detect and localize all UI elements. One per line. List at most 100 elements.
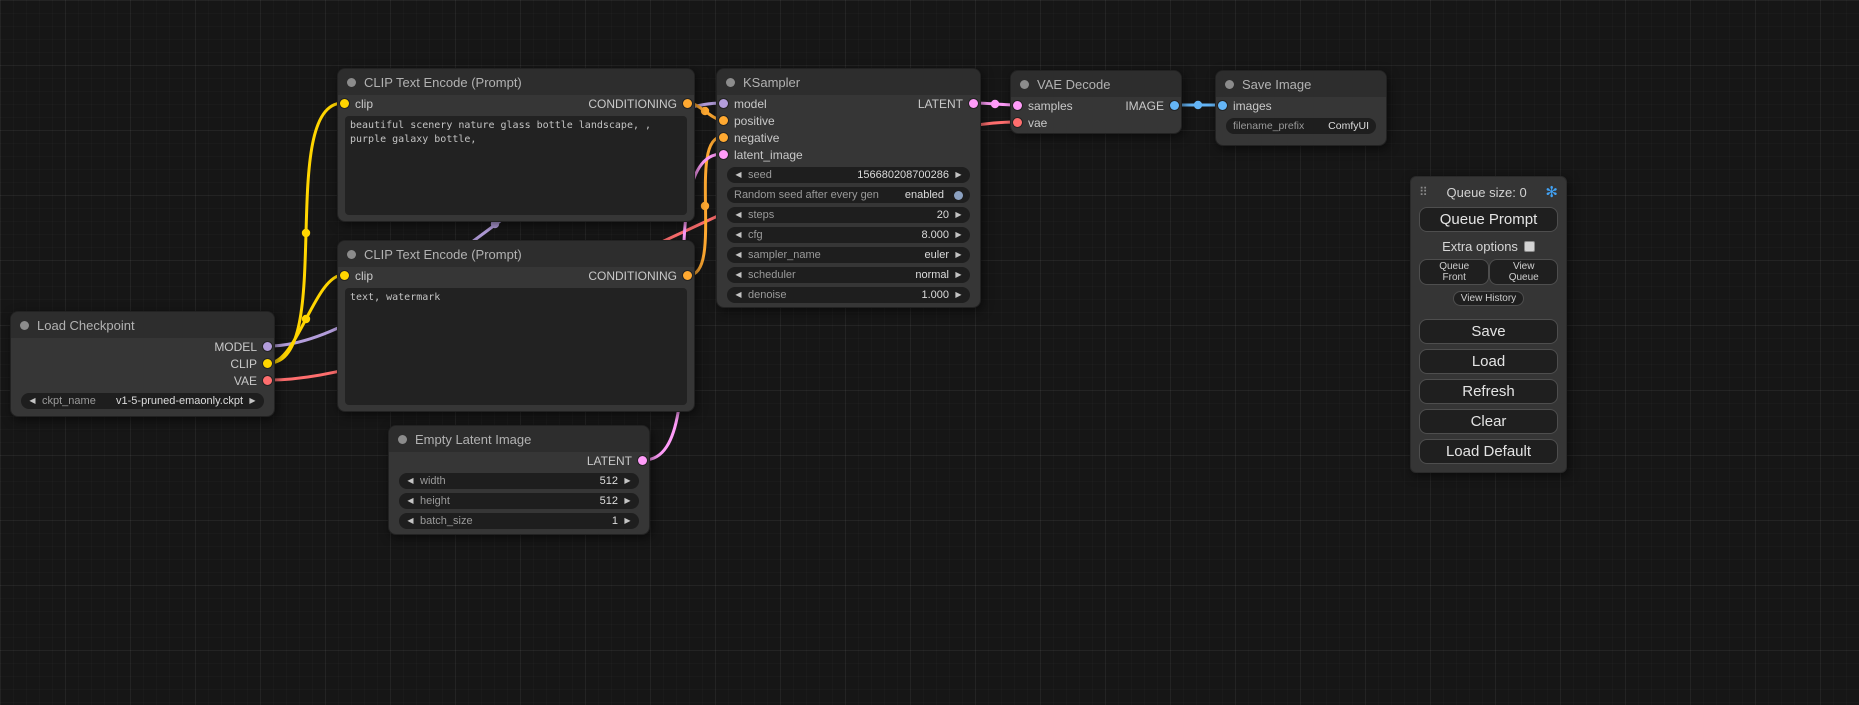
node-vae-decode[interactable]: VAE Decode samples IMAGE vae [1010,70,1182,134]
widget-denoise[interactable]: ◀ denoise 1.000 ▶ [727,287,970,303]
node-title: VAE Decode [1037,77,1110,92]
widget-seed[interactable]: ◀ seed 156680208700286 ▶ [727,167,970,183]
node-graph-canvas[interactable]: Load Checkpoint MODEL CLIP VAE ◀ ckpt_na… [0,0,1859,705]
input-slot-positive[interactable] [719,116,728,125]
widget-height[interactable]: ◀ height 512 ▶ [399,493,639,509]
widget-value: 1 [612,515,618,527]
widget-width[interactable]: ◀ width 512 ▶ [399,473,639,489]
increment-icon[interactable]: ▶ [954,231,963,239]
drag-handle-icon[interactable]: ⠿ [1419,185,1428,199]
output-slot-conditioning[interactable] [683,271,692,280]
slot-row: images [1216,97,1386,114]
widget-scheduler[interactable]: ◀ scheduler normal ▶ [727,267,970,283]
input-slot-model[interactable] [719,99,728,108]
widget-ckpt-name[interactable]: ◀ ckpt_name v1-5-pruned-emaonly.ckpt ▶ [21,393,264,409]
decrement-icon[interactable]: ◀ [734,291,743,299]
output-slot-clip[interactable] [263,359,272,368]
collapse-dot[interactable] [347,78,356,87]
decrement-icon[interactable]: ◀ [734,171,743,179]
collapse-dot[interactable] [1020,80,1029,89]
increment-icon[interactable]: ▶ [954,211,963,219]
output-label: MODEL [214,340,257,354]
widget-batch-size[interactable]: ◀ batch_size 1 ▶ [399,513,639,529]
extra-options-row: Extra options [1419,239,1558,254]
output-slot-latent[interactable] [969,99,978,108]
node-title-bar[interactable]: CLIP Text Encode (Prompt) [338,241,694,267]
prompt-text-input[interactable]: beautiful scenery nature glass bottle la… [345,116,687,215]
collapse-dot[interactable] [347,250,356,259]
prompt-text-input[interactable]: text, watermark [345,288,687,405]
decrement-icon[interactable]: ◀ [406,517,415,525]
output-slot-model[interactable] [263,342,272,351]
decrement-icon[interactable]: ◀ [406,477,415,485]
refresh-button[interactable]: Refresh [1419,379,1558,404]
decrement-icon[interactable]: ◀ [734,231,743,239]
node-title-bar[interactable]: VAE Decode [1011,71,1181,97]
input-slot-clip[interactable] [340,271,349,280]
output-slot-conditioning[interactable] [683,99,692,108]
node-title: Load Checkpoint [37,318,135,333]
decrement-icon[interactable]: ◀ [406,497,415,505]
save-button[interactable]: Save [1419,319,1558,344]
input-slot-negative[interactable] [719,133,728,142]
toggle-knob-icon[interactable] [954,191,963,200]
node-title-bar[interactable]: Load Checkpoint [11,312,274,338]
node-title-bar[interactable]: Save Image [1216,71,1386,97]
input-label: vae [1028,116,1047,130]
widget-steps[interactable]: ◀ steps 20 ▶ [727,207,970,223]
widget-random-seed-toggle[interactable]: Random seed after every gen enabled [727,187,970,203]
slot-row: LATENT [389,452,649,469]
increment-icon[interactable]: ▶ [954,171,963,179]
increment-icon[interactable]: ▶ [623,497,632,505]
output-slot-image[interactable] [1170,101,1179,110]
view-history-button[interactable]: View History [1453,291,1524,306]
node-title-bar[interactable]: Empty Latent Image [389,426,649,452]
collapse-dot[interactable] [20,321,29,330]
slot-row: samples IMAGE [1011,97,1181,114]
input-slot-samples[interactable] [1013,101,1022,110]
increment-icon[interactable]: ▶ [954,291,963,299]
decrement-icon[interactable]: ◀ [28,397,37,405]
input-slot-images[interactable] [1218,101,1227,110]
node-save-image[interactable]: Save Image images filename_prefix ComfyU… [1215,70,1387,146]
load-button[interactable]: Load [1419,349,1558,374]
increment-icon[interactable]: ▶ [954,251,963,259]
node-ksampler[interactable]: KSampler model LATENT positive negative … [716,68,981,308]
widget-cfg[interactable]: ◀ cfg 8.000 ▶ [727,227,970,243]
input-slot-clip[interactable] [340,99,349,108]
output-slot-latent[interactable] [638,456,647,465]
input-slot-vae[interactable] [1013,118,1022,127]
node-clip-text-encode-positive[interactable]: CLIP Text Encode (Prompt) clip CONDITION… [337,68,695,222]
view-queue-button[interactable]: View Queue [1489,259,1558,285]
node-title-bar[interactable]: CLIP Text Encode (Prompt) [338,69,694,95]
node-clip-text-encode-negative[interactable]: CLIP Text Encode (Prompt) clip CONDITION… [337,240,695,412]
input-slot-latent-image[interactable] [719,150,728,159]
increment-icon[interactable]: ▶ [623,477,632,485]
increment-icon[interactable]: ▶ [623,517,632,525]
extra-options-checkbox[interactable] [1524,241,1535,252]
node-empty-latent-image[interactable]: Empty Latent Image LATENT ◀ width 512 ▶ … [388,425,650,535]
collapse-dot[interactable] [1225,80,1234,89]
settings-gear-icon[interactable]: ✻ [1545,183,1558,201]
input-label: images [1233,99,1272,113]
decrement-icon[interactable]: ◀ [734,271,743,279]
node-title: CLIP Text Encode (Prompt) [364,247,522,262]
increment-icon[interactable]: ▶ [954,271,963,279]
widget-label: height [420,495,450,507]
widget-sampler-name[interactable]: ◀ sampler_name euler ▶ [727,247,970,263]
collapse-dot[interactable] [398,435,407,444]
widget-filename-prefix[interactable]: filename_prefix ComfyUI [1226,118,1376,134]
node-load-checkpoint[interactable]: Load Checkpoint MODEL CLIP VAE ◀ ckpt_na… [10,311,275,417]
widget-label: cfg [748,229,763,241]
increment-icon[interactable]: ▶ [248,397,257,405]
widget-value: 512 [600,495,618,507]
collapse-dot[interactable] [726,78,735,87]
queue-prompt-button[interactable]: Queue Prompt [1419,207,1558,232]
decrement-icon[interactable]: ◀ [734,251,743,259]
queue-front-button[interactable]: Queue Front [1419,259,1489,285]
output-slot-vae[interactable] [263,376,272,385]
load-default-button[interactable]: Load Default [1419,439,1558,464]
decrement-icon[interactable]: ◀ [734,211,743,219]
clear-button[interactable]: Clear [1419,409,1558,434]
node-title-bar[interactable]: KSampler [717,69,980,95]
